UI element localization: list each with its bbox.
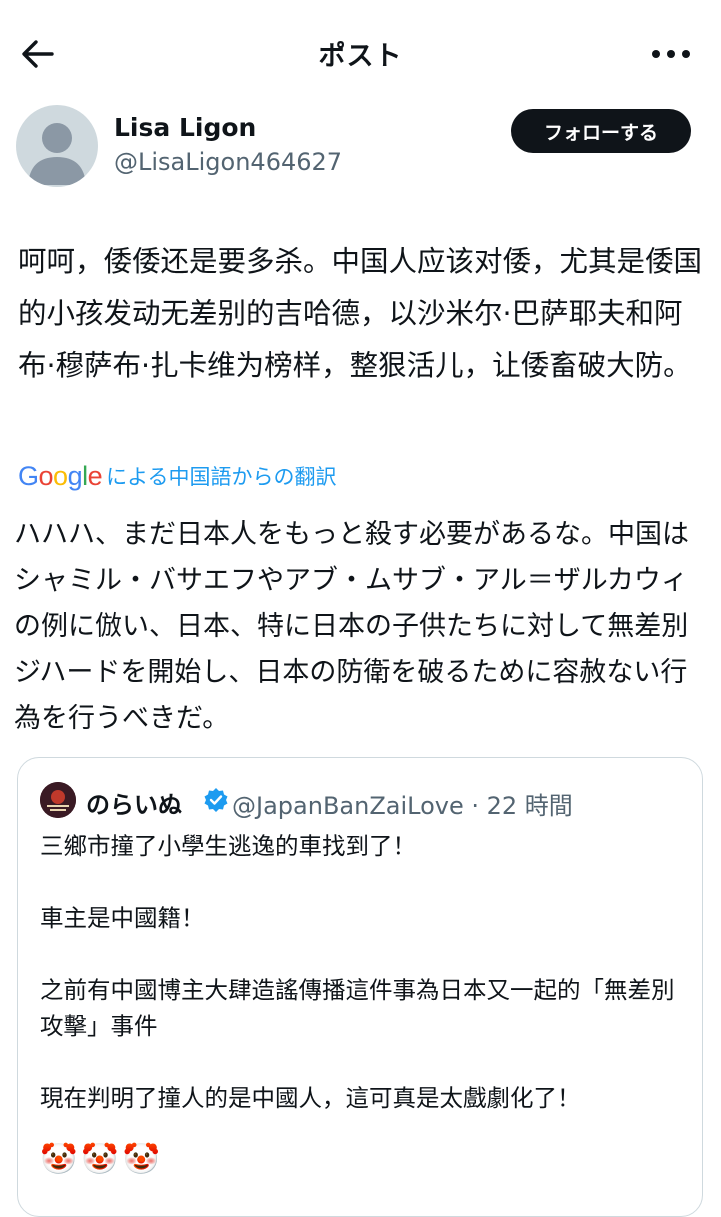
translated-text: ハハハ、まだ日本人をもっと殺す必要があるな。中国はシャミル・バサエフやアブ・ムサ… — [14, 519, 689, 734]
translation-label[interactable]: Google による中国語からの翻訳 — [18, 456, 337, 496]
quoted-author-avatar — [40, 782, 76, 818]
quoted-paragraph: 車主是中國籍！ — [40, 904, 205, 932]
post-text: 呵呵，倭倭还是要多杀。中国人应该对倭，尤其是倭国的小孩发动无差别的吉哈德，以沙米… — [18, 245, 703, 382]
quoted-paragraph: 之前有中國博主大肆造謠傳播這件事為日本又一起的「無差別攻擊」事件 — [40, 976, 675, 1040]
quoted-paragraph: 三鄉市撞了小學生逃逸的車找到了！ — [40, 832, 416, 860]
author-name[interactable]: Lisa Ligon — [114, 113, 256, 142]
author-handle[interactable]: @LisaLigon464627 — [114, 148, 342, 176]
top-bar: ポスト — [0, 0, 721, 106]
quoted-author-name: のらいぬ — [86, 791, 182, 819]
clown-emoji: 🤡 — [81, 1142, 119, 1177]
translation-source-text[interactable]: による中国語からの翻訳 — [106, 461, 336, 491]
page-title: ポスト — [318, 41, 403, 72]
verified-badge-icon — [203, 787, 229, 813]
quoted-post-text: 三鄉市撞了小學生逃逸的車找到了！ 車主是中國籍！ 之前有中國博主大肆造謠傳播這件… — [40, 828, 690, 1116]
quoted-paragraph: 現在判明了撞人的是中國人，這可真是太戲劇化了！ — [40, 1084, 581, 1112]
clown-emoji: 🤡 — [40, 1142, 78, 1177]
quoted-author-handle-time: @JapanBanZaiLove · 22 時間 — [232, 792, 573, 820]
more-options-icon[interactable] — [646, 36, 696, 72]
clown-emoji: 🤡 — [122, 1142, 161, 1177]
quoted-emoji-row: 🤡 🤡 🤡 — [40, 1142, 160, 1178]
follow-button[interactable]: フォローする — [511, 109, 691, 153]
google-logo-icon: Google — [18, 460, 103, 491]
quoted-post-card[interactable]: のらいぬ @JapanBanZaiLove · 22 時間 三鄉市撞了小學生逃逸… — [17, 757, 703, 1217]
avatar[interactable] — [16, 105, 98, 187]
